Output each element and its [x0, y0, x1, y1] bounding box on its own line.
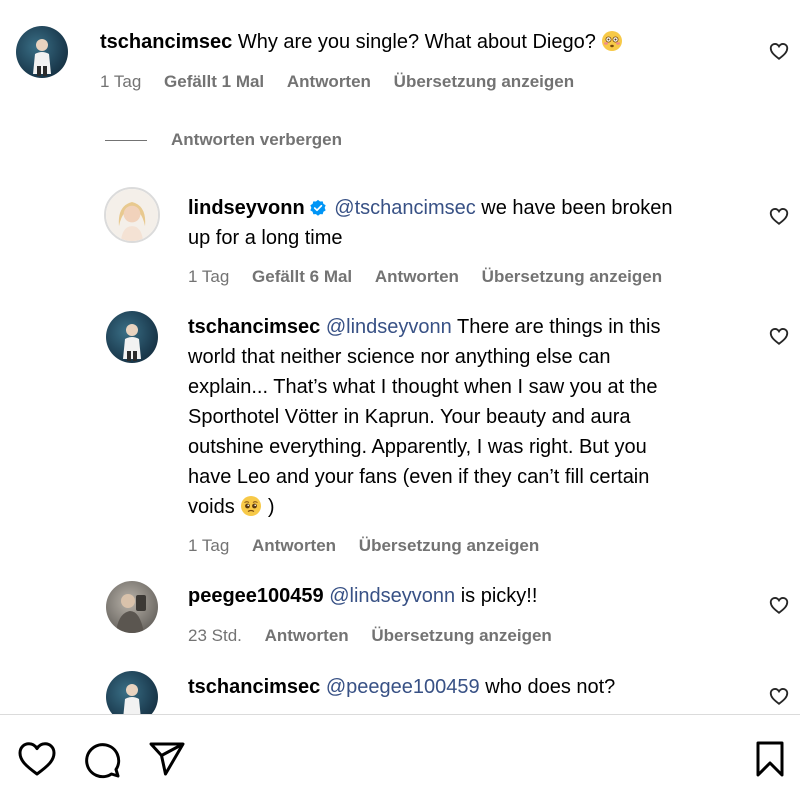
comment-text-line1: we have been broken: [481, 197, 673, 219]
avatar[interactable]: [104, 187, 160, 243]
comment-text-line4: Sporthotel Vötter in Kaprun. Your beauty…: [188, 406, 631, 428]
comment-text: is picky!!: [460, 585, 538, 607]
mention-link[interactable]: @lindseyvonn: [326, 316, 452, 338]
comment-text-line7: voids: [188, 496, 235, 518]
translate-link[interactable]: Übersetzung anzeigen: [394, 72, 574, 91]
avatar[interactable]: [106, 581, 158, 633]
comment-text-line2: world that neither science nor anything …: [188, 346, 611, 368]
comment-text-line3: explain... That’s what I thought when I …: [188, 376, 658, 398]
flushed-face-emoji-icon: [602, 31, 623, 51]
comment-text: who does not?: [485, 676, 616, 698]
likes-count[interactable]: Gefällt 6 Mal: [252, 267, 352, 286]
post-action-bar: [0, 714, 800, 801]
comment-username[interactable]: tschancimsec: [100, 31, 232, 53]
reply-link[interactable]: Antworten: [375, 267, 459, 286]
comment-text-line6: have Leo and your fans (even if they can…: [188, 466, 650, 488]
divider-line: [105, 139, 147, 141]
reply-link[interactable]: Antworten: [287, 72, 371, 91]
heart-outline-icon[interactable]: [768, 325, 790, 347]
heart-outline-icon[interactable]: [768, 685, 790, 707]
mention-link[interactable]: @peegee100459: [326, 676, 480, 698]
share-icon[interactable]: [148, 741, 186, 777]
comment-time: 23 Std.: [188, 626, 242, 645]
heart-icon[interactable]: [17, 741, 57, 777]
comment-time: 1 Tag: [100, 72, 142, 91]
bookmark-icon[interactable]: [754, 740, 786, 778]
hide-replies-label[interactable]: Antworten verbergen: [171, 130, 342, 150]
comment-icon[interactable]: [83, 741, 121, 779]
comment-text-line7-end: ): [267, 496, 275, 518]
heart-outline-icon[interactable]: [768, 40, 790, 62]
avatar[interactable]: [16, 26, 68, 78]
comment-time: 1 Tag: [188, 536, 230, 555]
comment-username[interactable]: peegee100459: [188, 585, 324, 607]
likes-count[interactable]: Gefällt 1 Mal: [164, 72, 264, 91]
comment-text: Why are you single? What about Diego?: [237, 31, 596, 53]
comment-text-line2: up for a long time: [188, 227, 343, 249]
comment-text-line5: outshine everything. Apparently, I was r…: [188, 436, 647, 458]
reply-link[interactable]: Antworten: [265, 626, 349, 645]
translate-link[interactable]: Übersetzung anzeigen: [482, 267, 662, 286]
heart-outline-icon[interactable]: [768, 205, 790, 227]
translate-link[interactable]: Übersetzung anzeigen: [371, 626, 551, 645]
mention-link[interactable]: @tschancimsec: [334, 197, 475, 219]
comment-username[interactable]: tschancimsec: [188, 676, 320, 698]
mention-link[interactable]: @lindseyvonn: [329, 585, 455, 607]
avatar[interactable]: [106, 311, 158, 363]
comment-text-line1: There are things in this: [457, 316, 661, 338]
translate-link[interactable]: Übersetzung anzeigen: [359, 536, 539, 555]
hide-replies-toggle[interactable]: Antworten verbergen: [105, 128, 342, 152]
heart-outline-icon[interactable]: [768, 594, 790, 616]
comment-username[interactable]: tschancimsec: [188, 316, 320, 338]
reply-link[interactable]: Antworten: [252, 536, 336, 555]
comment-username[interactable]: lindseyvonn: [188, 197, 305, 219]
comment-time: 1 Tag: [188, 267, 230, 286]
pleading-face-emoji-icon: [241, 496, 262, 516]
verified-badge-icon: [310, 199, 326, 216]
